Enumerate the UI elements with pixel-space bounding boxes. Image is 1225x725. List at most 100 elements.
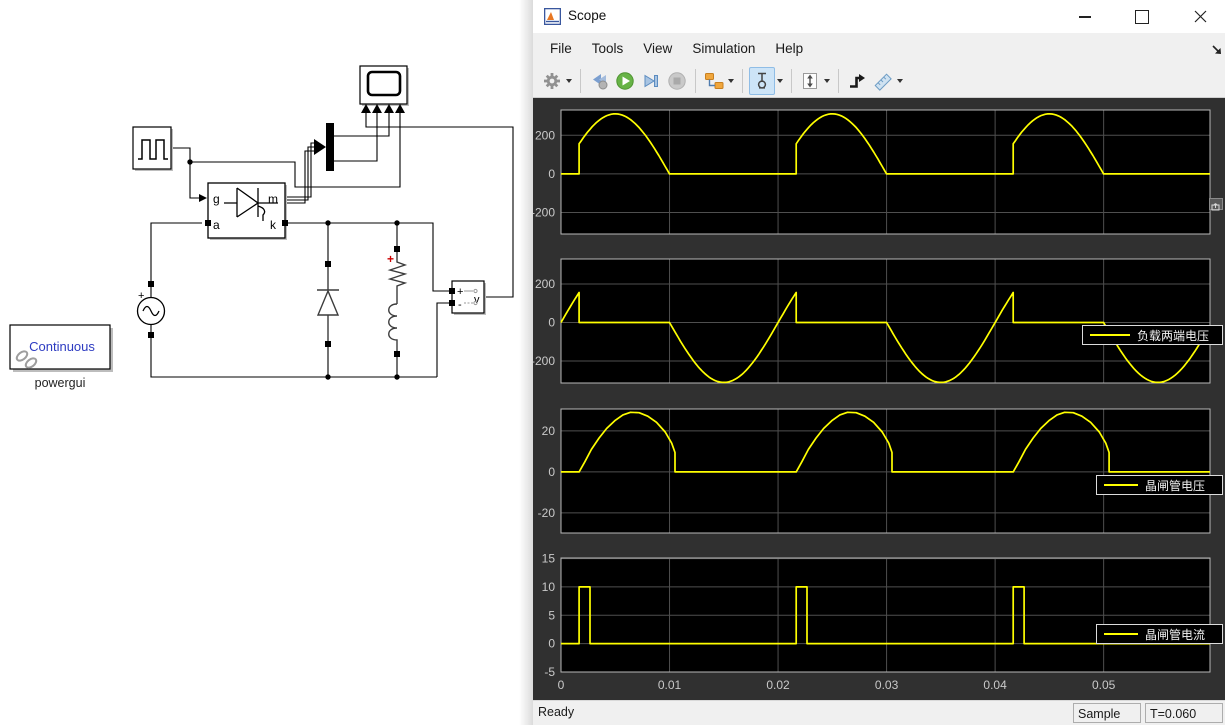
scope-plots: 2000-2002000-200200-20151050-50 0.01 0.02 0… bbox=[531, 98, 1225, 700]
y-tick-label: 0 bbox=[548, 637, 555, 651]
x-tick-label: 0.02 bbox=[766, 678, 790, 692]
toolbar-separator bbox=[695, 68, 696, 93]
scale-axes-button[interactable] bbox=[798, 68, 822, 94]
port-label-g: g bbox=[213, 192, 220, 206]
y-tick-label: 200 bbox=[535, 128, 555, 142]
pulse-generator-block[interactable] bbox=[132, 126, 173, 171]
rlc-plus-label: + bbox=[387, 252, 394, 266]
toolbar-separator bbox=[838, 68, 839, 93]
configuration-dropdown-caret[interactable] bbox=[566, 78, 572, 83]
port-k bbox=[282, 220, 288, 226]
status-text: Ready bbox=[538, 705, 575, 719]
toolbar-separator bbox=[580, 68, 581, 93]
scope-app-icon bbox=[544, 8, 561, 25]
legend-thyristor-current[interactable]: 晶闸管电流 bbox=[1096, 624, 1223, 644]
measurements-dropdown-caret[interactable] bbox=[897, 78, 903, 83]
cursor-measurements-button[interactable] bbox=[749, 66, 775, 95]
highlight-dropdown-caret[interactable] bbox=[728, 78, 734, 83]
y-tick-label: 20 bbox=[542, 424, 556, 438]
thyristor-block[interactable]: g m a k bbox=[205, 182, 288, 240]
scale-dropdown-caret[interactable] bbox=[824, 78, 830, 83]
menu-view[interactable]: View bbox=[633, 37, 682, 60]
y-tick-label: -5 bbox=[544, 665, 555, 679]
y-tick-label: 0 bbox=[548, 465, 555, 479]
y-tick-label: 15 bbox=[542, 552, 556, 566]
port-a bbox=[205, 220, 211, 226]
port-label-m: m bbox=[268, 192, 278, 206]
stop-icon bbox=[668, 71, 686, 90]
title-bar: Scope bbox=[533, 0, 1225, 33]
toolbar-separator bbox=[742, 68, 743, 93]
menu-file[interactable]: File bbox=[540, 37, 582, 60]
status-bar: Ready Sample based T=0.060 bbox=[533, 700, 1225, 725]
scope-plot-region: 200 0 -200 200 0 -200 20 0 -20 15 10 5 0 -5 0 0.01 0.02 0… bbox=[531, 98, 1225, 700]
minimize-button[interactable] bbox=[1062, 0, 1107, 33]
source-plus-label: + bbox=[138, 290, 144, 302]
x-tick-label: 0 bbox=[558, 678, 565, 692]
status-sample-mode: Sample based bbox=[1073, 703, 1141, 723]
powergui-mode-label: Continuous bbox=[29, 339, 95, 354]
screen: g m a k + + + - v Continuous powergui Sc… bbox=[0, 0, 1225, 725]
window-shadow bbox=[519, 0, 533, 725]
y-tick-label: 0 bbox=[548, 316, 555, 330]
source-plus-port bbox=[148, 281, 154, 287]
toolbar-separator bbox=[791, 68, 792, 93]
gear-icon bbox=[544, 72, 560, 89]
y-tick-label: 0 bbox=[548, 167, 555, 181]
simulink-model-canvas: g m a k + + + - v Continuous powergui bbox=[0, 0, 533, 725]
window-title: Scope bbox=[568, 8, 607, 23]
cursor-dropdown-caret[interactable] bbox=[777, 78, 783, 83]
x-tick-label: 0.05 bbox=[1092, 678, 1116, 692]
highlight-simulink-block-button[interactable] bbox=[702, 68, 726, 94]
legend-label: 晶闸管电压 bbox=[1145, 478, 1206, 493]
demux-block[interactable] bbox=[326, 123, 334, 171]
trigger-icon bbox=[850, 73, 865, 88]
vmeas-plus-label: + bbox=[457, 286, 463, 298]
legend-line-sample bbox=[1104, 633, 1138, 635]
menu-bar: File Tools View Simulation Help bbox=[533, 33, 1225, 64]
stop-button[interactable] bbox=[665, 68, 689, 94]
step-back-button[interactable] bbox=[587, 68, 611, 94]
scope-block[interactable] bbox=[359, 65, 409, 113]
y-tick-label: 200 bbox=[535, 277, 555, 291]
trigger-button[interactable] bbox=[845, 68, 869, 94]
scope-plot-4: 151050-50 0.01 0.02 0.03 0.04 0.05 bbox=[542, 552, 1211, 692]
legend-line-sample bbox=[1090, 334, 1130, 336]
legend-line-sample bbox=[1104, 484, 1138, 486]
legend-label: 晶闸管电流 bbox=[1145, 627, 1206, 642]
step-forward-button[interactable] bbox=[639, 68, 663, 94]
powergui-name-label: powergui bbox=[35, 376, 86, 390]
vmeas-minus-port bbox=[449, 300, 455, 306]
y-tick-label: 10 bbox=[542, 580, 556, 594]
rlc-bottom-port bbox=[394, 351, 400, 357]
menu-tools[interactable]: Tools bbox=[582, 37, 634, 60]
run-icon bbox=[616, 71, 634, 90]
vmeas-plus-port bbox=[449, 288, 455, 294]
maximize-axes-icon[interactable] bbox=[1209, 198, 1223, 211]
port-label-k: k bbox=[270, 218, 277, 232]
menu-simulation[interactable]: Simulation bbox=[682, 37, 765, 60]
maximize-button[interactable] bbox=[1119, 0, 1164, 33]
voltage-measurement-block[interactable]: + - v bbox=[449, 280, 486, 315]
vmeas-minus-label: - bbox=[458, 299, 462, 311]
scope-plot-2: 200 0 -200 bbox=[531, 258, 1211, 384]
menu-help[interactable]: Help bbox=[765, 37, 813, 60]
scale-axes-icon bbox=[803, 72, 817, 89]
legend-load-voltage[interactable]: 负载两端电压 bbox=[1082, 325, 1223, 345]
close-icon bbox=[1194, 10, 1207, 23]
diode-bottom-port bbox=[325, 341, 331, 347]
step-forward-icon bbox=[644, 74, 658, 87]
x-tick-label: 0.04 bbox=[983, 678, 1007, 692]
x-tick-label: 0.03 bbox=[875, 678, 899, 692]
run-button[interactable] bbox=[613, 68, 637, 94]
measurements-button[interactable] bbox=[871, 68, 895, 94]
configuration-properties-button[interactable] bbox=[540, 68, 564, 94]
y-tick-label: -20 bbox=[538, 506, 556, 520]
legend-label: 负载两端电压 bbox=[1137, 328, 1210, 343]
close-button[interactable] bbox=[1178, 0, 1223, 33]
legend-thyristor-voltage[interactable]: 晶闸管电压 bbox=[1096, 475, 1223, 495]
dock-arrow-icon[interactable] bbox=[1211, 44, 1223, 56]
port-label-a: a bbox=[213, 218, 220, 232]
rlc-top-port bbox=[394, 246, 400, 252]
x-tick-label: 0.01 bbox=[658, 678, 682, 692]
